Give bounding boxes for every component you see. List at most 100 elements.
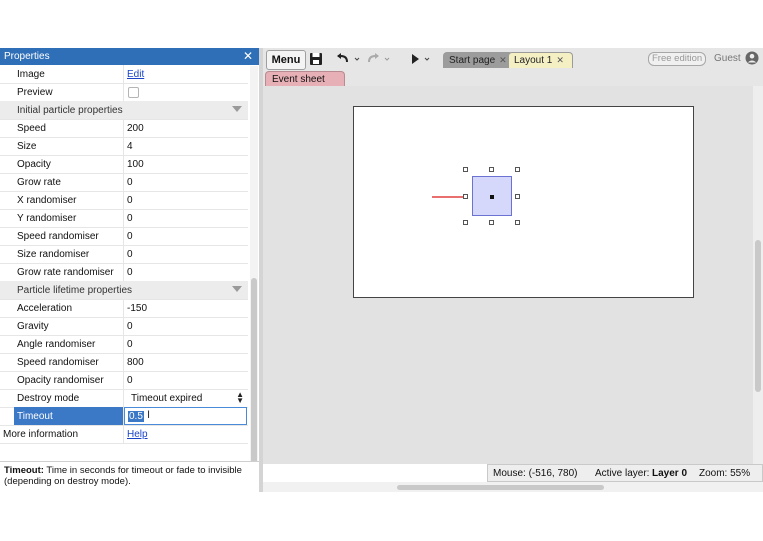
layout-canvas[interactable] bbox=[353, 106, 694, 298]
main-toolbar: Menu Start page ✕ Layout 1 ✕ Free edition … bbox=[263, 48, 763, 70]
property-row-timeout[interactable]: Timeout 0.5 I bbox=[0, 407, 248, 426]
play-icon[interactable] bbox=[407, 50, 433, 68]
preview-checkbox[interactable] bbox=[128, 87, 139, 98]
property-row-x-randomiser[interactable]: X randomiser 0 bbox=[0, 191, 248, 210]
resize-handle[interactable] bbox=[515, 167, 520, 172]
undo-icon[interactable] bbox=[335, 50, 361, 68]
status-bar: Mouse: (-516, 780) Active layer: Layer 0… bbox=[487, 464, 763, 482]
property-name: Speed randomiser bbox=[17, 357, 99, 368]
properties-titlebar: Properties ✕ bbox=[0, 48, 259, 65]
close-icon[interactable]: ✕ bbox=[556, 55, 564, 65]
tab-start-page[interactable]: Start page ✕ bbox=[443, 52, 513, 68]
property-value: 0 bbox=[127, 195, 133, 206]
save-icon[interactable] bbox=[307, 50, 325, 68]
property-value: 0 bbox=[127, 339, 133, 350]
property-row-preview[interactable]: Preview bbox=[0, 83, 248, 102]
column-divider bbox=[123, 389, 124, 407]
property-row-speed-randomiser[interactable]: Speed randomiser 800 bbox=[0, 353, 248, 372]
property-row-destroy-mode[interactable]: Destroy mode Timeout expired ▲ ▼ bbox=[0, 389, 248, 408]
property-row-size-randomiser[interactable]: Size randomiser 0 bbox=[0, 245, 248, 264]
collapse-triangle-icon[interactable] bbox=[232, 106, 242, 112]
property-row-size[interactable]: Size 4 bbox=[0, 137, 248, 156]
tab-event-sheet-1[interactable]: Event sheet 1✕ bbox=[265, 71, 345, 100]
horizontal-scroll-thumb[interactable] bbox=[397, 485, 604, 490]
property-value: -150 bbox=[127, 303, 148, 314]
property-row-gravity[interactable]: Gravity 0 bbox=[0, 317, 248, 336]
edition-badge[interactable]: Free edition bbox=[648, 52, 707, 66]
resize-handle[interactable] bbox=[463, 167, 468, 172]
tab-label: Layout 1 bbox=[514, 55, 553, 66]
property-row-more-information[interactable]: More information Help bbox=[0, 425, 248, 444]
column-divider bbox=[123, 155, 124, 173]
property-value[interactable]: Timeout expired bbox=[131, 393, 202, 404]
select-arrows-icon[interactable]: ▲ ▼ bbox=[236, 391, 244, 405]
column-divider bbox=[123, 263, 124, 281]
property-name: Image bbox=[17, 69, 45, 80]
zoom-level: Zoom: 55% bbox=[699, 468, 751, 479]
properties-scroll-thumb[interactable] bbox=[251, 278, 257, 466]
column-divider bbox=[123, 119, 124, 137]
property-name: Preview bbox=[17, 87, 53, 98]
column-divider bbox=[123, 317, 124, 335]
property-name: Speed randomiser bbox=[17, 231, 99, 242]
column-divider bbox=[123, 209, 124, 227]
property-value: 0 bbox=[127, 249, 133, 260]
property-name: Acceleration bbox=[17, 303, 73, 314]
tab-layout-1[interactable]: Layout 1 ✕ bbox=[508, 52, 573, 68]
column-divider bbox=[123, 371, 124, 389]
property-name: Y randomiser bbox=[17, 213, 77, 224]
property-name: Initial particle properties bbox=[17, 105, 123, 116]
resize-handle[interactable] bbox=[463, 194, 468, 199]
active-layer-label: Active layer: bbox=[595, 468, 650, 479]
property-row-opacity-randomiser[interactable]: Opacity randomiser 0 bbox=[0, 371, 248, 390]
timeout-value: 0.5 bbox=[128, 411, 144, 422]
column-divider bbox=[123, 335, 124, 353]
vertical-scroll-thumb[interactable] bbox=[755, 240, 761, 392]
property-name: Opacity randomiser bbox=[17, 375, 104, 386]
property-value: 0 bbox=[127, 231, 133, 242]
property-row-opacity[interactable]: Opacity 100 bbox=[0, 155, 248, 174]
property-help-box: Timeout: Time in seconds for timeout or … bbox=[0, 461, 259, 492]
redo-icon[interactable] bbox=[365, 50, 391, 68]
property-row-grow-rate-randomiser[interactable]: Grow rate randomiser 0 bbox=[0, 263, 248, 282]
resize-handle[interactable] bbox=[489, 220, 494, 225]
more-information-link[interactable]: Help bbox=[127, 429, 148, 440]
property-row-grow-rate[interactable]: Grow rate 0 bbox=[0, 173, 248, 192]
image-link[interactable]: Edit bbox=[127, 69, 144, 80]
column-divider bbox=[123, 425, 124, 443]
resize-handle[interactable] bbox=[489, 167, 494, 172]
property-name: Particle lifetime properties bbox=[17, 285, 133, 296]
menu-button[interactable]: Menu bbox=[266, 50, 306, 70]
collapse-triangle-icon[interactable] bbox=[232, 286, 242, 292]
resize-handle[interactable] bbox=[515, 194, 520, 199]
property-row-speed-randomiser[interactable]: Speed randomiser 0 bbox=[0, 227, 248, 246]
column-divider bbox=[123, 299, 124, 317]
resize-handle[interactable] bbox=[515, 220, 520, 225]
column-divider bbox=[123, 227, 124, 245]
column-divider bbox=[123, 137, 124, 155]
property-value: 0 bbox=[127, 267, 133, 278]
column-divider bbox=[123, 83, 124, 101]
column-divider bbox=[123, 65, 124, 83]
section-header-initial-particle-properties[interactable]: Initial particle properties bbox=[0, 101, 248, 120]
user-icon[interactable] bbox=[745, 51, 759, 65]
property-row-speed[interactable]: Speed 200 bbox=[0, 119, 248, 138]
property-value: 800 bbox=[127, 357, 144, 368]
resize-handle[interactable] bbox=[463, 220, 468, 225]
column-divider bbox=[123, 191, 124, 209]
property-value: 0 bbox=[127, 375, 133, 386]
property-value: 200 bbox=[127, 123, 144, 134]
section-header-particle-lifetime-properties[interactable]: Particle lifetime properties bbox=[0, 281, 248, 300]
close-icon[interactable]: ✕ bbox=[499, 55, 507, 65]
property-row-image[interactable]: Image Edit bbox=[0, 65, 248, 84]
property-name: Angle randomiser bbox=[17, 339, 96, 350]
timeout-input[interactable]: 0.5 I bbox=[124, 407, 247, 425]
property-name: Timeout bbox=[17, 411, 53, 422]
property-row-y-randomiser[interactable]: Y randomiser 0 bbox=[0, 209, 248, 228]
text-cursor-icon: I bbox=[147, 409, 151, 421]
close-icon[interactable]: ✕ bbox=[243, 49, 253, 63]
property-row-angle-randomiser[interactable]: Angle randomiser 0 bbox=[0, 335, 248, 354]
property-row-acceleration[interactable]: Acceleration -150 bbox=[0, 299, 248, 318]
property-name: Grow rate randomiser bbox=[17, 267, 114, 278]
user-label[interactable]: Guest bbox=[714, 53, 741, 64]
